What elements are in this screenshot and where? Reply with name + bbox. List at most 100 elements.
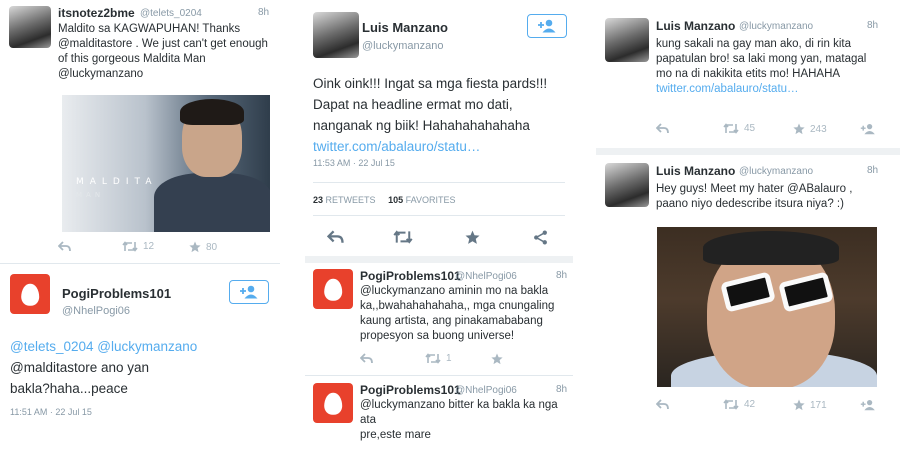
display-name[interactable]: PogiProblems101 [360, 383, 461, 397]
reply-button[interactable] [58, 241, 71, 252]
timestamp[interactable]: 8h [867, 20, 878, 31]
section-gap [596, 148, 900, 155]
handle[interactable]: @telets_0204 [140, 8, 202, 19]
tweet-luis-manzano-2[interactable]: Luis Manzano @luckymanzano 8h Hey guys! … [596, 155, 900, 450]
star-icon [465, 230, 480, 244]
follow-button[interactable] [527, 14, 567, 38]
timestamp[interactable]: 8h [556, 384, 567, 395]
handle[interactable]: @luckymanzano [739, 166, 813, 177]
tweet-text-line: of this gorgeous Maldita Man [58, 53, 206, 65]
timestamp[interactable]: 8h [258, 7, 269, 18]
tweet-text-line[interactable]: @telets_0204 @luckymanzano [10, 336, 270, 357]
avatar[interactable] [605, 163, 649, 207]
favorite-button[interactable]: 171 [793, 399, 827, 411]
tweet-timestamp[interactable]: 11:51 AM · 22 Jul 15 [10, 407, 92, 417]
tweet-text-line: papatulan bro! sa laki mong yan, matagal [656, 53, 867, 65]
follow-button[interactable] [229, 280, 269, 304]
tweet-text-line: @luckymanzano [58, 68, 144, 80]
favorite-count: 171 [810, 399, 827, 411]
handle[interactable]: @luckymanzano [362, 40, 443, 52]
tweet-itsnotez2bme[interactable]: itsnotez2bme @telets_0204 8h Maldito sa … [0, 0, 280, 262]
retweet-button[interactable]: 45 [723, 123, 755, 134]
star-icon [793, 399, 805, 411]
reply-button[interactable] [656, 399, 669, 410]
section-gap [305, 256, 573, 263]
tweet-text-line: @luckymanzano bitter ka bakla ka nga ata [360, 399, 558, 426]
handle[interactable]: @NhelPogi06 [455, 271, 517, 282]
reply-icon [656, 399, 669, 410]
avatar[interactable] [313, 383, 353, 423]
handle[interactable]: @NhelPogi06 [62, 305, 130, 317]
avatar[interactable] [313, 12, 359, 58]
tweet-reply-pogiproblems-2[interactable]: PogiProblems101 @NhelPogi06 8h @luckyman… [305, 377, 573, 450]
tweet-actions-bar [327, 230, 557, 248]
tweet-text-line: ka,,bwahahahahaha,, mga cnungaling [360, 300, 555, 312]
reply-icon [58, 241, 71, 252]
display-name[interactable]: Luis Manzano [362, 20, 448, 35]
tweet-text: Hey guys! Meet my hater @ABalauro , paan… [656, 182, 894, 212]
reply-button[interactable] [656, 123, 669, 134]
handle[interactable]: @NhelPogi06 [455, 385, 517, 396]
tweet-text-line: kaung artista, ang pinakamababang [360, 315, 543, 327]
tweet-image[interactable] [657, 227, 877, 387]
tweet-text-line: paano niyo dedescribe itsura niya? :) [656, 198, 844, 210]
display-name[interactable]: Luis Manzano [656, 19, 735, 33]
retweet-button[interactable]: 12 [122, 241, 154, 252]
retweets-label[interactable]: RETWEETS [326, 195, 376, 205]
avatar[interactable] [605, 18, 649, 62]
retweet-icon [425, 353, 441, 364]
reply-icon [656, 123, 669, 134]
tweet-actions: 12 80 [58, 241, 258, 257]
engagement-stats: 23 RETWEETS 105 FAVORITES [313, 195, 455, 205]
add-user-icon [538, 19, 556, 33]
tweet-actions: 42 171 [656, 399, 886, 415]
avatar[interactable] [313, 269, 353, 309]
display-name[interactable]: Luis Manzano [656, 164, 735, 178]
display-name[interactable]: itsnotez2bme [58, 6, 135, 20]
star-icon [491, 353, 503, 365]
follow-button[interactable] [860, 399, 876, 411]
star-icon [189, 241, 201, 253]
retweet-count: 42 [744, 399, 756, 410]
tweet-text-line: @malditastore ano yan [10, 360, 150, 375]
favorite-button[interactable]: 243 [793, 123, 827, 135]
tweet-image[interactable]: MALDITA MAN [62, 95, 270, 232]
tweet-luis-manzano-1[interactable]: Luis Manzano @luckymanzano 8h kung sakal… [596, 0, 900, 148]
favorite-button[interactable] [465, 230, 480, 245]
favorites-label[interactable]: FAVORITES [406, 195, 456, 205]
favorites-count[interactable]: 105 [388, 195, 403, 205]
display-name[interactable]: PogiProblems101 [62, 286, 171, 301]
reply-icon [360, 353, 373, 364]
tweet-detail-luis-manzano[interactable]: Luis Manzano @luckymanzano Oink oink!!! … [305, 0, 573, 262]
retweet-button[interactable] [393, 230, 413, 244]
avatar[interactable] [10, 274, 50, 314]
avatar[interactable] [9, 6, 51, 48]
display-name[interactable]: PogiProblems101 [360, 269, 461, 283]
share-button[interactable] [533, 230, 548, 245]
tweet-link[interactable]: twitter.com/abalauro/statu… [313, 136, 571, 157]
reply-button[interactable] [360, 353, 373, 364]
tweet-link[interactable]: twitter.com/abalauro/statu… [656, 82, 894, 97]
tweet-text-line: Maldito sa KAGWAPUHAN! Thanks [58, 23, 241, 35]
retweet-button[interactable]: 42 [723, 399, 755, 410]
tweet-timestamp[interactable]: 11:53 AM · 22 Jul 15 [313, 158, 395, 168]
tweet-text-line: bakla?haha...peace [10, 381, 128, 396]
retweet-button[interactable]: 1 [425, 353, 452, 364]
add-user-icon [240, 285, 258, 299]
image-caption-sub: MAN [76, 191, 105, 199]
tweet-text: Oink oink!!! Ingat sa mga fiesta pards!!… [313, 73, 571, 157]
retweet-count: 1 [446, 353, 452, 364]
add-user-icon [860, 399, 875, 411]
favorite-button[interactable]: 80 [189, 241, 217, 253]
tweet-reply-pogiproblems-1[interactable]: PogiProblems101 @NhelPogi06 8h @luckyman… [305, 263, 573, 375]
retweet-icon [122, 241, 138, 252]
timestamp[interactable]: 8h [556, 270, 567, 281]
retweets-count[interactable]: 23 [313, 195, 323, 205]
tweet-actions: 45 243 [656, 123, 886, 139]
follow-button[interactable] [860, 123, 876, 135]
favorite-button[interactable] [491, 353, 503, 365]
reply-button[interactable] [327, 230, 344, 244]
tweet-detail-pogiproblems[interactable]: PogiProblems101 @NhelPogi06 @telets_0204… [0, 266, 280, 450]
timestamp[interactable]: 8h [867, 165, 878, 176]
handle[interactable]: @luckymanzano [739, 21, 813, 32]
